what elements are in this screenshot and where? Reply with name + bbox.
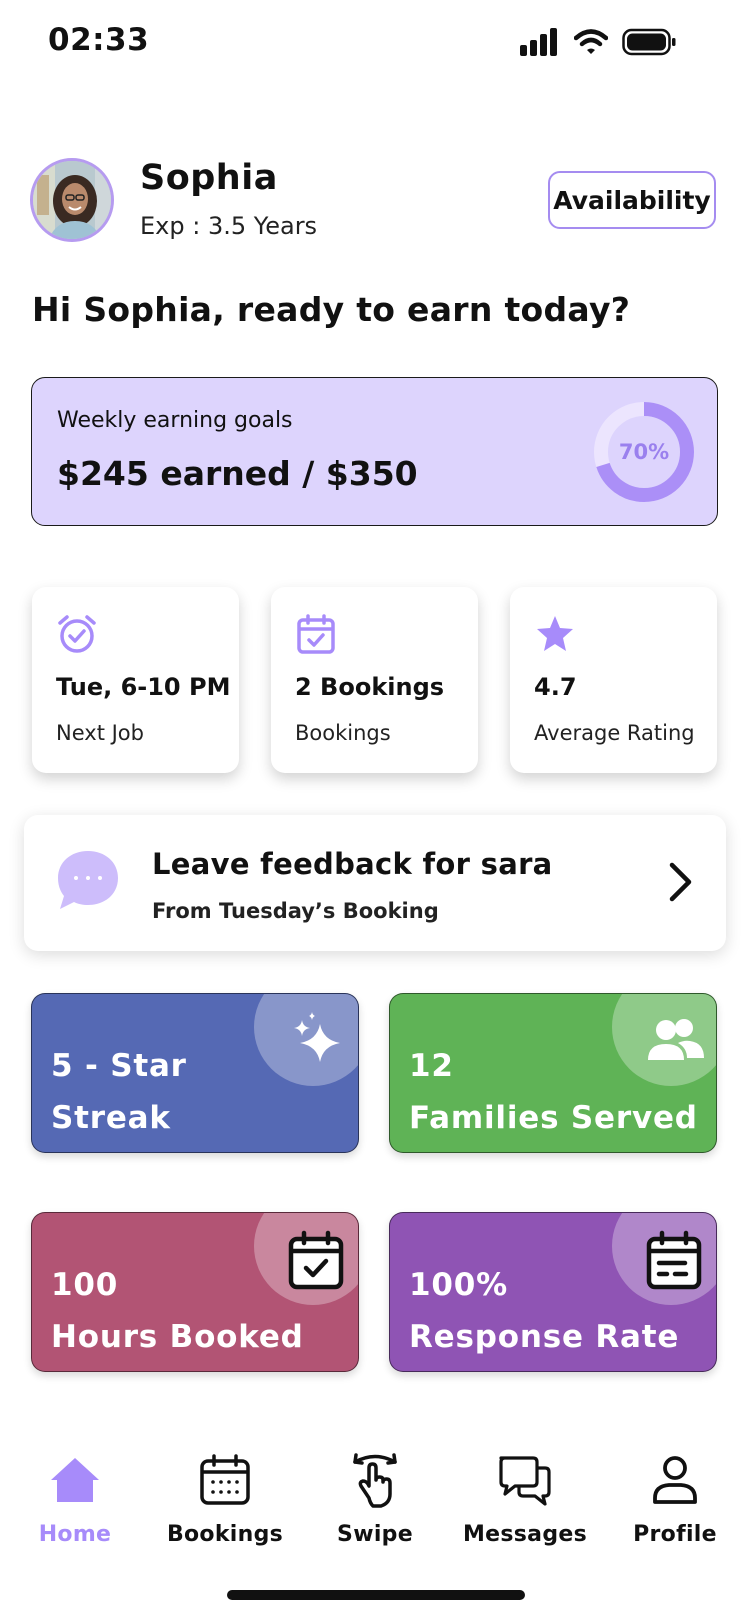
- stat-label: Bookings: [295, 721, 391, 745]
- tile-response-rate[interactable]: 100% Response Rate: [389, 1212, 717, 1372]
- tile-label: Families Served: [409, 1100, 698, 1136]
- stat-card-bookings[interactable]: 2 Bookings Bookings: [271, 587, 478, 773]
- avatar-photo: [33, 161, 111, 239]
- tile-value: 5 - Star: [51, 1048, 187, 1084]
- feedback-title: Leave feedback for sara: [152, 847, 553, 881]
- home-icon: [51, 1458, 99, 1502]
- nav-label: Home: [38, 1522, 112, 1547]
- status-time: 02:33: [48, 22, 150, 58]
- weekly-earnings-card[interactable]: Weekly earning goals $245 earned / $350 …: [31, 377, 718, 526]
- tile-label: Hours Booked: [51, 1319, 304, 1355]
- calendar-list-icon: [646, 1230, 702, 1290]
- tile-label: Response Rate: [409, 1319, 680, 1355]
- tile-value: 100%: [409, 1267, 508, 1303]
- sparkles-icon: [294, 1012, 340, 1062]
- star-icon: [537, 616, 573, 651]
- earnings-value: $245 earned / $350: [57, 454, 418, 493]
- stat-value: Tue, 6-10 PM: [56, 673, 231, 701]
- greeting-heading: Hi Sophia, ready to earn today?: [32, 290, 631, 329]
- nav-home[interactable]: Home: [0, 1452, 150, 1562]
- alarm-clock-icon: [58, 615, 96, 653]
- tile-hours-booked[interactable]: 100 Hours Booked: [31, 1212, 359, 1372]
- users-icon: [648, 1019, 704, 1060]
- tile-star-streak[interactable]: 5 - Star Streak: [31, 993, 359, 1153]
- wifi-icon: [574, 29, 608, 54]
- calendar-check-icon: [297, 614, 335, 654]
- chevron-right-icon[interactable]: [664, 861, 696, 903]
- calendar-check-icon: [288, 1230, 344, 1290]
- earnings-percent: 70%: [618, 440, 670, 464]
- nav-profile[interactable]: Profile: [600, 1452, 750, 1562]
- profile-experience: Exp : 3.5 Years: [140, 212, 318, 240]
- messages-icon: [499, 1456, 551, 1506]
- stat-card-rating[interactable]: 4.7 Average Rating: [510, 587, 717, 773]
- status-icons: [520, 28, 676, 56]
- stat-value: 4.7: [534, 673, 577, 701]
- profile-name: Sophia: [140, 158, 278, 198]
- signal-icon: [520, 28, 557, 56]
- nav-bookings[interactable]: Bookings: [150, 1452, 300, 1562]
- stat-card-next-job[interactable]: Tue, 6-10 PM Next Job: [32, 587, 239, 773]
- calendar-icon: [200, 1454, 250, 1505]
- feedback-card[interactable]: Leave feedback for sara From Tuesday’s B…: [24, 815, 726, 951]
- profile-icon: [653, 1456, 697, 1504]
- swipe-hand-icon: [353, 1453, 397, 1508]
- nav-label: Messages: [462, 1522, 587, 1547]
- battery-icon: [622, 28, 676, 56]
- tile-value: 100: [51, 1267, 119, 1303]
- avatar[interactable]: [30, 158, 114, 242]
- availability-button[interactable]: Availability: [548, 171, 716, 229]
- nav-label: Profile: [633, 1522, 717, 1547]
- stat-label: Average Rating: [534, 721, 695, 745]
- nav-messages[interactable]: Messages: [450, 1452, 600, 1562]
- home-indicator: [227, 1590, 525, 1600]
- chat-bubble-icon: [58, 851, 118, 909]
- nav-label: Bookings: [166, 1522, 284, 1547]
- stat-label: Next Job: [56, 721, 144, 745]
- tile-value: 12: [409, 1048, 454, 1084]
- stat-value: 2 Bookings: [295, 673, 445, 701]
- nav-swipe[interactable]: Swipe: [300, 1452, 450, 1562]
- tile-label: Streak: [51, 1100, 171, 1136]
- earnings-label: Weekly earning goals: [57, 408, 293, 433]
- feedback-subtitle: From Tuesday’s Booking: [152, 899, 439, 923]
- tile-families-served[interactable]: 12 Families Served: [389, 993, 717, 1153]
- nav-label: Swipe: [337, 1522, 413, 1547]
